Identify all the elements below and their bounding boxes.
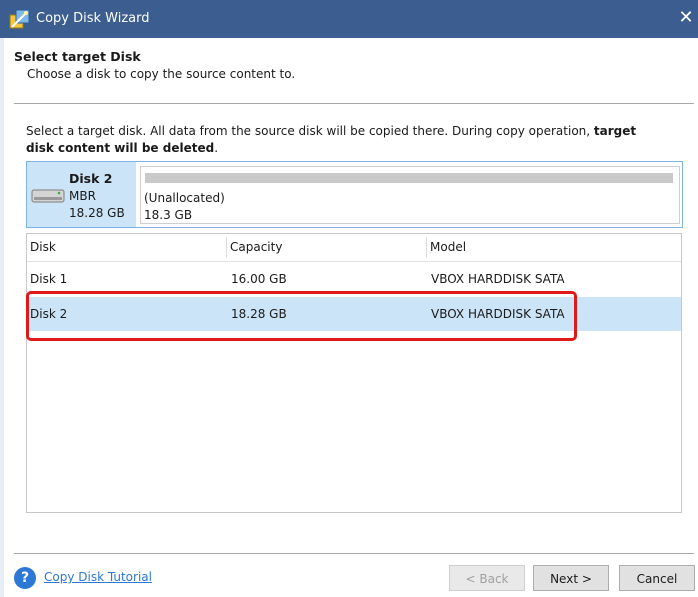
selection-highlight-annotation (26, 291, 577, 341)
next-button[interactable]: Next > (533, 565, 609, 591)
back-button[interactable]: < Back (449, 565, 525, 591)
wizard-icon (9, 9, 30, 29)
partition-label: (Unallocated) (144, 191, 225, 205)
tutorial-link[interactable]: Copy Disk Tutorial (44, 570, 152, 584)
selected-disk-map[interactable]: Disk 2 MBR 18.28 GB (Unallocated) 18.3 G… (26, 161, 683, 228)
window-title: Copy Disk Wizard (36, 11, 150, 26)
title-bar: Copy Disk Wizard ✕ (0, 0, 698, 38)
close-icon[interactable]: ✕ (674, 5, 698, 31)
instruction-plain: Select a target disk. All data from the … (26, 124, 594, 138)
disk-table[interactable]: Disk Capacity Model Disk 1 16.00 GB VBOX… (26, 233, 682, 513)
partition-size: 18.3 GB (144, 208, 193, 222)
column-header-capacity[interactable]: Capacity (227, 234, 426, 261)
disk-info-panel[interactable]: Disk 2 MBR 18.28 GB (27, 162, 136, 227)
table-header: Disk Capacity Model (27, 234, 681, 262)
disk-type: MBR (69, 189, 96, 203)
cancel-button[interactable]: Cancel (619, 565, 695, 591)
divider (14, 553, 694, 554)
divider (14, 103, 694, 104)
disk-name: Disk 2 (69, 171, 113, 186)
partition-block[interactable]: (Unallocated) 18.3 GB (140, 166, 680, 224)
instruction-end: . (214, 141, 219, 155)
help-icon[interactable]: ? (14, 567, 36, 589)
column-header-model[interactable]: Model (427, 234, 680, 261)
disk-size: 18.28 GB (69, 206, 125, 220)
partition-usage-bar (145, 173, 673, 183)
step-subtitle: Choose a disk to copy the source content… (27, 67, 296, 81)
window-border (0, 38, 4, 597)
step-title: Select target Disk (14, 49, 141, 64)
hard-disk-icon (31, 189, 65, 203)
column-header-disk[interactable]: Disk (27, 234, 226, 261)
instruction-text: Select a target disk. All data from the … (26, 123, 666, 157)
